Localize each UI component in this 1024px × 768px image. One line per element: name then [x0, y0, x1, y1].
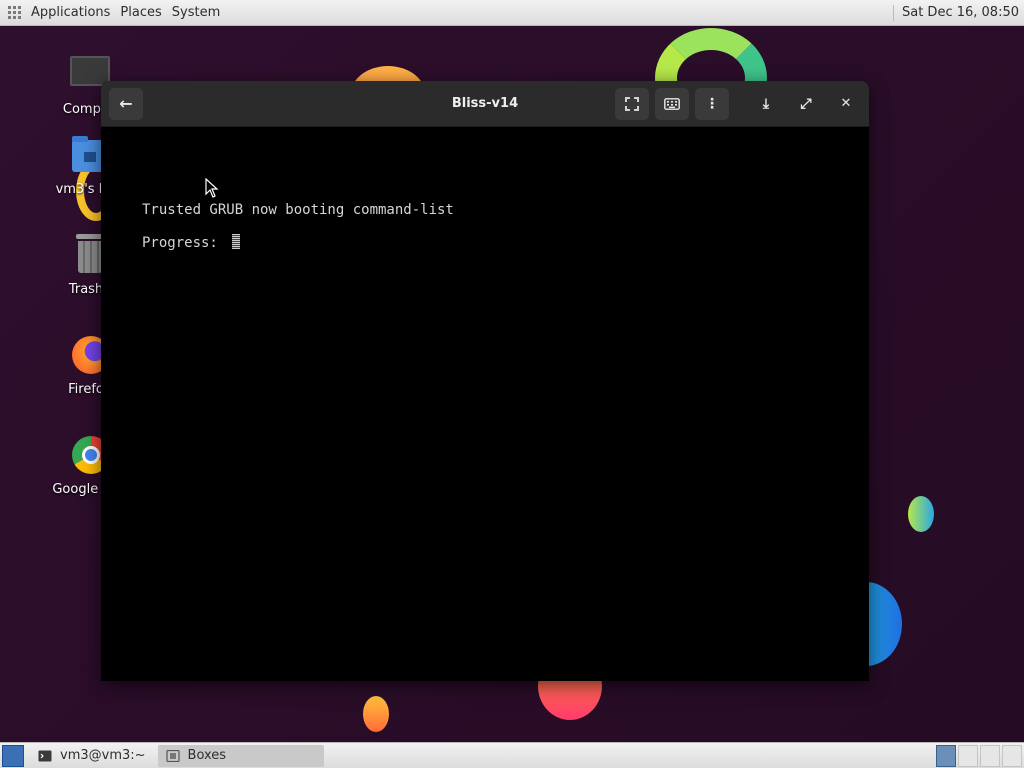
- boxes-icon: [165, 749, 180, 762]
- clock-text: Sat Dec 16, 08:50: [901, 5, 1019, 20]
- menu-applications[interactable]: Applications: [31, 5, 110, 20]
- menu-system[interactable]: System: [172, 5, 220, 20]
- wallpaper-small-orange-blob: [363, 696, 389, 732]
- progress-label: Progress:: [142, 235, 227, 251]
- maximize-button[interactable]: ⤢: [789, 88, 823, 120]
- boxes-window: ← Bliss-v14 ⋮ ⤓ ⤢ ✕ Trusted GRUB now boo…: [101, 81, 869, 681]
- maximize-icon: ⤢: [800, 95, 812, 112]
- menu-places[interactable]: Places: [120, 5, 161, 20]
- workspace-2[interactable]: [958, 744, 978, 767]
- clock[interactable]: Sat Dec 16, 08:50: [892, 4, 1024, 21]
- fullscreen-icon: [625, 96, 639, 111]
- workspace-switcher: [936, 744, 1022, 767]
- download-button[interactable]: ⤓: [749, 88, 783, 120]
- taskbar-item-label: vm3@vm3:~: [60, 748, 146, 763]
- terminal-icon: [38, 750, 52, 761]
- top-panel: Applications Places System Sat Dec 16, 0…: [0, 0, 1024, 26]
- download-icon: ⤓: [762, 95, 770, 112]
- menu-icon: ⋮: [705, 95, 719, 112]
- taskbar-item-terminal[interactable]: vm3@vm3:~: [30, 745, 154, 767]
- keyboard-button[interactable]: [655, 87, 689, 120]
- wallpaper-green-blue-blob: [908, 496, 934, 532]
- applications-grid-icon[interactable]: [8, 5, 22, 20]
- bottom-taskbar: vm3@vm3:~ Boxes: [0, 742, 1024, 768]
- workspace-3[interactable]: [980, 744, 1000, 767]
- progress-block-icon: [232, 234, 241, 249]
- back-icon: ←: [119, 94, 133, 113]
- menu-button[interactable]: ⋮: [695, 87, 729, 120]
- console-line-progress: Progress:: [142, 234, 241, 251]
- vm-console-display[interactable]: Trusted GRUB now booting command-list Pr…: [101, 128, 869, 681]
- workspace-1[interactable]: [936, 744, 956, 767]
- clock-separator: [892, 4, 894, 21]
- keyboard-icon: [664, 97, 680, 110]
- taskbar-item-label: Boxes: [187, 748, 227, 763]
- back-button[interactable]: ←: [109, 87, 143, 120]
- mouse-pointer-icon: [205, 178, 219, 198]
- close-button[interactable]: ✕: [829, 88, 863, 120]
- close-icon: ✕: [840, 96, 852, 111]
- workspace-4[interactable]: [1002, 744, 1022, 767]
- show-desktop-button[interactable]: [2, 744, 24, 767]
- window-headerbar[interactable]: ← Bliss-v14 ⋮ ⤓ ⤢ ✕: [101, 81, 869, 127]
- fullscreen-button[interactable]: [615, 87, 649, 120]
- console-line-booting: Trusted GRUB now booting command-list: [142, 202, 454, 218]
- taskbar-item-boxes[interactable]: Boxes: [157, 744, 324, 767]
